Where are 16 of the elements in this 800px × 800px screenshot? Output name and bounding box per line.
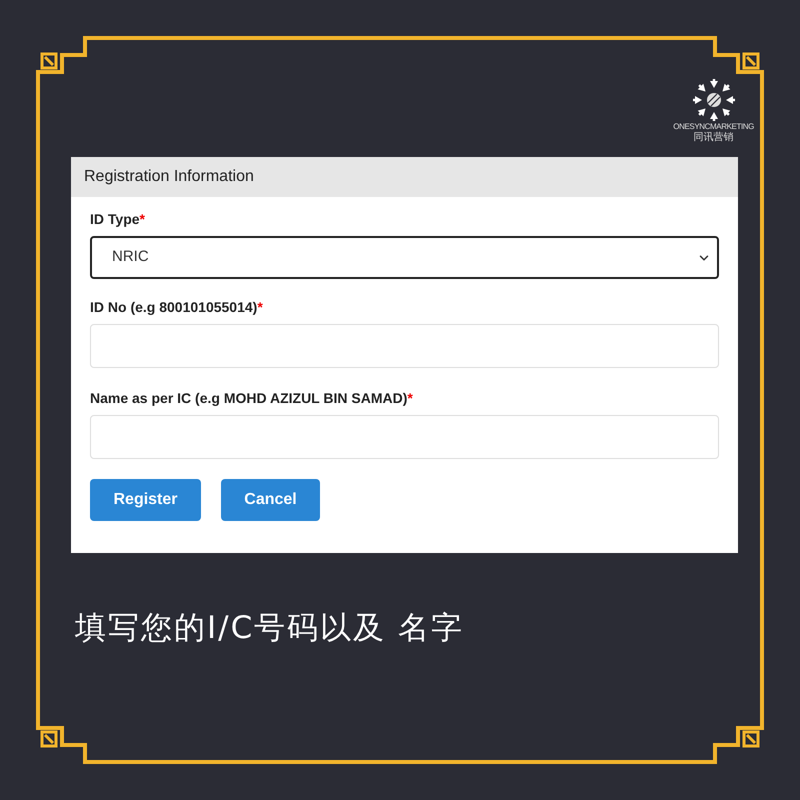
caption: 填写您的I/C号码以及 名字 (75, 609, 466, 648)
required-mark: * (257, 299, 263, 315)
required-mark: * (407, 390, 413, 406)
input-field[interactable] (90, 324, 719, 368)
input-field[interactable] (90, 415, 719, 459)
form-button[interactable]: Register (90, 479, 201, 521)
logo-icon (692, 78, 736, 122)
field-label: ID No (e.g 800101055014) (90, 299, 258, 315)
field-label: ID Type (90, 211, 140, 227)
logo-text: ONESYNCMARKETING (673, 122, 754, 132)
form-title: Registration Information (84, 167, 254, 187)
form-button[interactable]: Cancel (221, 479, 320, 521)
required-mark: * (140, 211, 145, 227)
field-label: Name as per IC (e.g MOHD AZIZUL BIN SAMAD) (90, 390, 408, 406)
logo-subtitle: 同讯营销 (694, 132, 734, 143)
id-type-select[interactable]: NRIC (90, 236, 719, 279)
